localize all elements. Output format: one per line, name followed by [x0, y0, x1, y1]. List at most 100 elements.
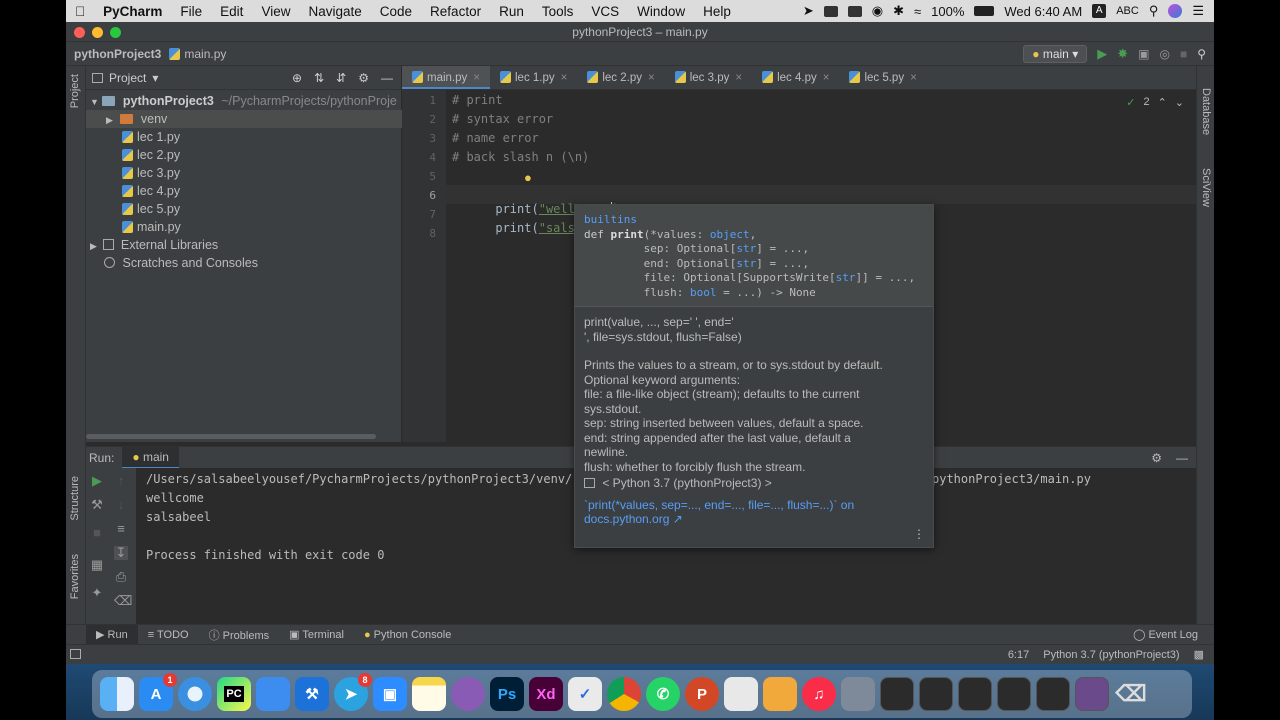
panel-toggle-icon[interactable] — [70, 649, 81, 659]
window-thumbnail-icon[interactable] — [919, 677, 953, 711]
lightbulb-icon[interactable]: ● — [524, 170, 532, 185]
window-thumbnail-icon[interactable] — [880, 677, 914, 711]
zoom-icon[interactable]: ▣ — [373, 677, 407, 711]
music-icon[interactable]: ♫ — [802, 677, 836, 711]
menu-vcs[interactable]: VCS — [582, 4, 628, 19]
hide-panel-icon[interactable]: — — [381, 71, 393, 85]
close-icon[interactable]: × — [735, 72, 742, 84]
minimize-window-button[interactable] — [92, 27, 103, 38]
bluetooth-icon[interactable]: ✱ — [893, 3, 904, 19]
pycharm-icon[interactable]: PC — [217, 677, 251, 711]
keynote-icon[interactable] — [763, 677, 797, 711]
app-store-icon[interactable]: A1 — [139, 673, 177, 711]
horizontal-scrollbar[interactable] — [86, 434, 376, 439]
menu-file[interactable]: File — [171, 4, 211, 19]
close-icon[interactable]: × — [473, 72, 480, 84]
run-icon[interactable]: ▶ — [1097, 46, 1107, 62]
database-tool-button[interactable]: Database — [1200, 88, 1212, 135]
menu-view[interactable]: View — [252, 4, 299, 19]
line-number-gutter[interactable]: 1 2 3 4 5 6 7 8 — [402, 90, 446, 442]
game-icon[interactable] — [451, 677, 485, 711]
finder-icon[interactable] — [100, 677, 134, 711]
hide-panel-icon[interactable]: — — [1176, 451, 1188, 465]
menu-window[interactable]: Window — [628, 4, 694, 19]
input-source-icon[interactable]: A — [1092, 4, 1107, 18]
tab-lec4[interactable]: lec 4.py × — [752, 66, 839, 89]
breadcrumb-file[interactable]: main.py — [184, 47, 226, 61]
battery-icon[interactable] — [974, 6, 995, 16]
breadcrumb-project[interactable]: pythonProject3 — [66, 47, 169, 61]
menu-edit[interactable]: Edit — [211, 4, 252, 19]
menu-navigate[interactable]: Navigate — [299, 4, 370, 19]
menu-app-name[interactable]: PyCharm — [94, 4, 171, 19]
tree-item-lec1[interactable]: lec 1.py — [122, 128, 180, 146]
run-config-select[interactable]: ● main ▾ — [1023, 44, 1088, 63]
pin-icon[interactable]: ✦ — [90, 586, 104, 600]
chevron-down-icon[interactable]: ▾ — [152, 71, 158, 85]
inspection-widget[interactable]: ✓ 2 ⌃ ⌄ — [1126, 96, 1184, 109]
preview-icon[interactable] — [724, 677, 758, 711]
structure-tool-button[interactable]: Structure — [69, 476, 81, 521]
tree-item-lec3[interactable]: lec 3.py — [122, 164, 180, 182]
tree-item-scratches[interactable]: Scratches and Consoles — [104, 254, 258, 272]
down-arrow-icon[interactable]: ↓ — [114, 498, 128, 512]
collapse-all-icon[interactable]: ⇅ — [314, 71, 324, 85]
sciview-tool-button[interactable]: SciView — [1200, 168, 1212, 207]
favorites-tool-button[interactable]: Favorites — [69, 554, 81, 599]
telegram-icon[interactable]: ➤ 8 — [334, 673, 372, 711]
menu-tools[interactable]: Tools — [533, 4, 583, 19]
tab-lec3[interactable]: lec 3.py × — [665, 66, 752, 89]
cursor-position[interactable]: 6:17 — [1008, 649, 1029, 661]
window-thumbnail-icon[interactable] — [997, 677, 1031, 711]
coverage-icon[interactable]: ▣ — [1138, 47, 1149, 61]
maximize-window-button[interactable] — [110, 27, 121, 38]
trash-icon[interactable]: ⌫ — [114, 594, 132, 608]
tree-item-lec2[interactable]: lec 2.py — [122, 146, 180, 164]
gear-icon[interactable]: ⚙ — [358, 71, 369, 85]
menu-run[interactable]: Run — [490, 4, 533, 19]
tree-item-venv[interactable]: ▶ venv — [86, 110, 402, 128]
whatsapp-icon[interactable]: ✆ — [646, 677, 680, 711]
window-thumbnail-icon[interactable] — [1075, 677, 1109, 711]
tab-lec5[interactable]: lec 5.py × — [839, 66, 926, 89]
adobe-xd-icon[interactable]: Xd — [529, 677, 563, 711]
play-icon[interactable] — [847, 5, 862, 17]
powerpoint-icon[interactable]: P — [685, 677, 719, 711]
stop-icon[interactable]: ■ — [90, 526, 104, 540]
project-tool-button[interactable]: Project — [69, 74, 81, 108]
menu-code[interactable]: Code — [371, 4, 421, 19]
stop-icon[interactable]: ■ — [1180, 47, 1187, 61]
window-thumbnail-icon[interactable] — [1036, 677, 1070, 711]
photoshop-icon[interactable]: Ps — [490, 677, 524, 711]
tab-lec2[interactable]: lec 2.py × — [577, 66, 664, 89]
tree-root[interactable]: ▼ pythonProject3 ~/PycharmProjects/pytho… — [90, 92, 402, 110]
tab-main-py[interactable]: main.py × — [402, 66, 490, 89]
close-icon[interactable]: × — [910, 72, 917, 84]
wrench-icon[interactable]: ⚒ — [90, 498, 104, 512]
tool-event-log[interactable]: ◯ Event Log — [1123, 628, 1208, 641]
xcode-icon[interactable]: ⚒ — [295, 677, 329, 711]
apple-icon[interactable]:  — [66, 4, 94, 19]
expand-all-icon[interactable]: ⇵ — [336, 71, 346, 85]
menu-help[interactable]: Help — [694, 4, 740, 19]
chevron-down-icon[interactable]: ⌄ — [1175, 96, 1184, 109]
layout-icon[interactable]: ▦ — [90, 558, 104, 572]
project-panel-title[interactable]: Project — [109, 71, 146, 85]
menu-refactor[interactable]: Refactor — [421, 4, 490, 19]
locate-file-icon[interactable]: ⊕ — [292, 71, 302, 85]
trash-icon[interactable]: ⌫ — [1114, 677, 1148, 711]
notes-icon[interactable] — [412, 677, 446, 711]
tool-problems[interactable]: ⓘ Problems — [199, 627, 280, 643]
close-icon[interactable]: × — [648, 72, 655, 84]
gear-icon[interactable]: ⚙ — [1151, 451, 1162, 465]
soft-wrap-icon[interactable]: ≡ — [114, 522, 128, 536]
screen-record-icon[interactable]: ◉ — [872, 3, 883, 19]
close-icon[interactable]: × — [561, 72, 568, 84]
tool-python-console[interactable]: ● Python Console — [354, 629, 461, 641]
profile-icon[interactable]: ◎ — [1159, 47, 1169, 61]
tree-item-external-libraries[interactable]: ▶ External Libraries — [90, 236, 218, 254]
siri-icon[interactable] — [1168, 4, 1183, 18]
quick-documentation-popup[interactable]: builtins def print(*values: object, sep:… — [574, 204, 934, 548]
close-icon[interactable]: × — [823, 72, 830, 84]
interpreter-label[interactable]: Python 3.7 (pythonProject3) — [1043, 649, 1179, 661]
